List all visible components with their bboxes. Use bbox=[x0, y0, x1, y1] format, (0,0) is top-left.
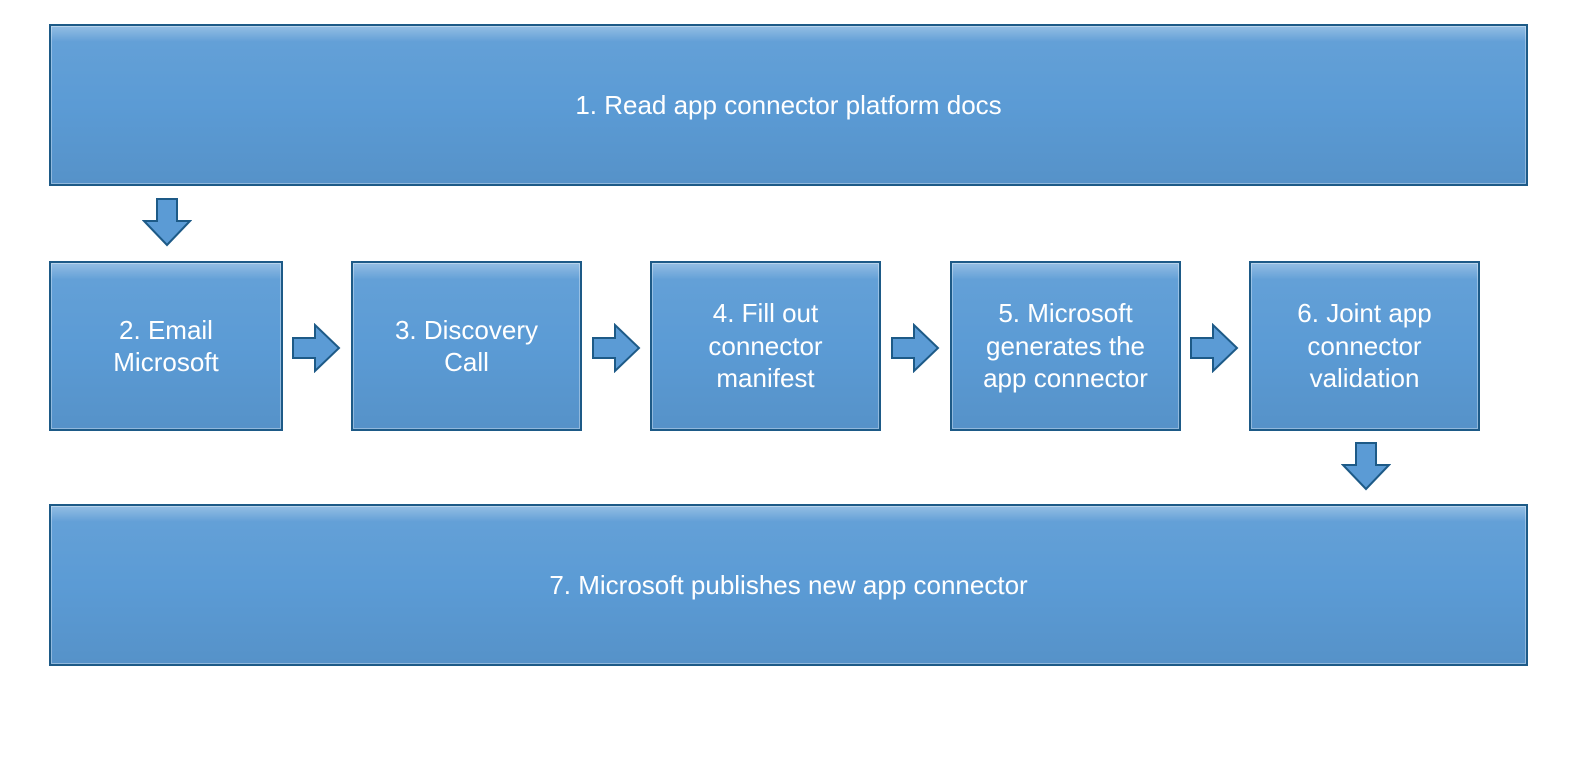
step-7-box: 7. Microsoft publishes new app connector bbox=[49, 504, 1528, 666]
step-1-label: 1. Read app connector platform docs bbox=[575, 89, 1001, 122]
step-5-label: 5. Microsoft generates the app connector bbox=[970, 297, 1161, 395]
step-4-label: 4. Fill out connector manifest bbox=[670, 297, 861, 395]
step-7-label: 7. Microsoft publishes new app connector bbox=[549, 569, 1027, 602]
arrow-right-2 bbox=[591, 323, 641, 373]
step-3-label: 3. Discovery Call bbox=[371, 314, 562, 379]
step-6-label: 6. Joint app connector validation bbox=[1269, 297, 1460, 395]
step-4-box: 4. Fill out connector manifest bbox=[650, 261, 881, 431]
step-5-box: 5. Microsoft generates the app connector bbox=[950, 261, 1181, 431]
arrow-down-1 bbox=[142, 197, 192, 247]
arrow-down-2 bbox=[1341, 441, 1391, 491]
step-2-box: 2. Email Microsoft bbox=[49, 261, 283, 431]
flow-diagram: 1. Read app connector platform docs 2. E… bbox=[0, 0, 1576, 768]
arrow-right-4 bbox=[1189, 323, 1239, 373]
arrow-right-1 bbox=[291, 323, 341, 373]
step-1-box: 1. Read app connector platform docs bbox=[49, 24, 1528, 186]
step-6-box: 6. Joint app connector validation bbox=[1249, 261, 1480, 431]
arrow-right-3 bbox=[890, 323, 940, 373]
step-3-box: 3. Discovery Call bbox=[351, 261, 582, 431]
step-2-label: 2. Email Microsoft bbox=[69, 314, 263, 379]
